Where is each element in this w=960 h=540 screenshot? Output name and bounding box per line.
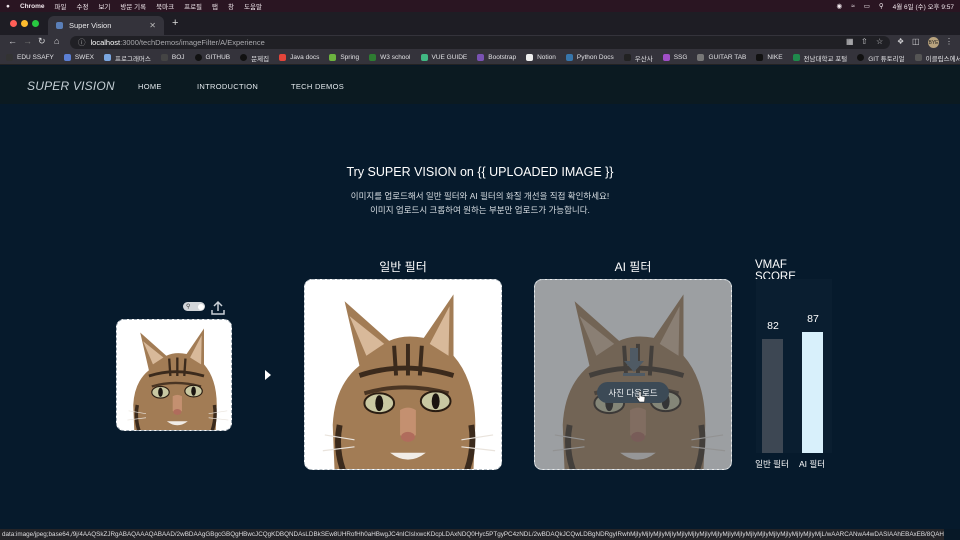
forward-icon[interactable]: → <box>23 36 32 46</box>
cat-normal-filter-image <box>305 280 502 470</box>
vmaf-bar-value: 82 <box>767 320 779 332</box>
new-tab-icon[interactable]: + <box>172 17 178 29</box>
back-icon[interactable]: ← <box>8 36 17 46</box>
menu-profile[interactable]: 프로필 <box>184 1 202 11</box>
apple-icon[interactable]: ● <box>6 3 10 10</box>
ai-filter-title: AI 필터 <box>614 260 652 274</box>
bookmark-item[interactable]: SWEX <box>63 54 94 61</box>
bookmark-item[interactable]: NIKE <box>756 54 783 61</box>
bookmark-star-icon[interactable]: ☆ <box>876 37 883 46</box>
cat-thumbnail-image <box>117 320 231 430</box>
extensions-icon[interactable]: ❖ <box>897 37 904 46</box>
vmaf-chart <box>756 279 832 453</box>
bookmark-item[interactable]: GIT 튜토리얼 <box>857 53 905 63</box>
normal-filter-title: 일반 필터 <box>379 260 427 274</box>
share-icon[interactable]: ⇧ <box>861 37 868 46</box>
status-bar-url: data:image/jpeg;base64,/9j/4AAQSkZJRgABA… <box>0 529 944 540</box>
battery-icon[interactable]: ▭ <box>864 2 870 10</box>
vmaf-bar <box>762 339 783 453</box>
menu-help[interactable]: 도움말 <box>244 1 262 11</box>
bookmark-item[interactable]: SSG <box>662 54 687 61</box>
menu-bookmarks[interactable]: 북마크 <box>156 1 174 11</box>
download-button[interactable]: 사진 다운로드 <box>597 382 669 403</box>
url-host: localhost <box>90 38 121 47</box>
translate-icon[interactable]: ▦ <box>846 37 854 46</box>
menu-edit[interactable]: 수정 <box>76 1 88 11</box>
toggle-knob <box>198 303 204 310</box>
menu-window[interactable]: 창 <box>228 1 234 11</box>
bookmark-item[interactable]: 문제집 <box>240 53 269 63</box>
download-icon[interactable] <box>623 348 645 376</box>
upload-icon[interactable] <box>210 300 226 316</box>
nav-tech-demos[interactable]: TECH DEMOS <box>291 82 344 91</box>
bookmark-item[interactable]: GUITAR TAB <box>697 54 746 61</box>
bookmark-item[interactable]: EDU SSAFY <box>6 54 54 61</box>
bookmark-item[interactable]: 이클립스에서 GIT 활용 <box>914 53 960 63</box>
bookmark-item[interactable]: W3 school <box>369 54 411 61</box>
search-icon[interactable]: ⚲ <box>879 2 884 10</box>
menu-history[interactable]: 방문 기록 <box>120 1 146 11</box>
magnifier-toggle-icon: ⚲ <box>186 304 191 310</box>
menu-view[interactable]: 보기 <box>98 1 110 11</box>
site-info-icon[interactable]: ⓘ <box>78 37 86 48</box>
uploaded-image-thumbnail[interactable] <box>116 319 232 431</box>
arrow-right-icon <box>265 370 271 380</box>
vmaf-bar-label: 일반 필터 <box>755 459 789 469</box>
maximize-window-icon[interactable] <box>32 20 39 27</box>
nav-introduction[interactable]: INTRODUCTION <box>197 82 258 91</box>
macos-menubar: ● Chrome 파일 수정 보기 방문 기록 북마크 프로필 탭 창 도움말 … <box>0 0 960 12</box>
bookmark-item[interactable]: GITHUB <box>194 54 230 61</box>
vmaf-bar <box>802 332 823 453</box>
hero-title: Try SUPER VISION on {{ UPLOADED IMAGE }} <box>346 165 614 179</box>
site-logo[interactable]: SUPER VISION <box>27 79 115 93</box>
bookmark-item[interactable]: Bootstrap <box>477 54 516 61</box>
favicon-icon <box>56 22 63 29</box>
record-icon[interactable]: ◉ <box>836 2 842 10</box>
close-window-icon[interactable] <box>10 20 17 27</box>
vmaf-bar-label: AI 필터 <box>798 459 826 469</box>
nav-home[interactable]: HOME <box>138 82 162 91</box>
normal-filter-image[interactable] <box>304 279 502 470</box>
hero-description-line2: 이미지 업로드시 크롭하여 원하는 부분만 업로드가 가능합니다. <box>370 205 590 215</box>
bookmark-item[interactable]: VUE GUIDE <box>420 54 467 61</box>
menubar-datetime[interactable]: 4월 6일 (수) 오후 9:57 <box>893 1 954 11</box>
bookmark-item[interactable]: Java docs <box>279 54 319 61</box>
home-icon[interactable]: ⌂ <box>54 36 59 46</box>
chrome-menu-icon[interactable]: ⋮ <box>945 37 953 46</box>
vmaf-bar-value: 87 <box>807 313 819 325</box>
menu-chrome[interactable]: Chrome <box>20 3 45 10</box>
browser-tab[interactable]: Super Vision ✕ <box>48 16 164 35</box>
hand-cursor-icon <box>636 391 646 403</box>
ai-filter-image[interactable]: 사진 다운로드 <box>534 279 732 470</box>
bookmark-item[interactable]: Notion <box>526 54 556 61</box>
bookmark-item[interactable]: Python Docs <box>565 54 614 61</box>
address-bar[interactable]: ⓘ localhost :3000/techDemos/imageFilter/… <box>70 36 890 49</box>
menu-file[interactable]: 파일 <box>55 1 67 11</box>
bookmark-item[interactable]: Spring <box>329 54 359 61</box>
reload-icon[interactable]: ↻ <box>38 36 46 47</box>
zoom-toggle[interactable]: ⚲ <box>183 302 205 311</box>
bookmark-item[interactable]: 우산사 <box>623 53 653 63</box>
bookmark-item[interactable]: BOJ <box>160 54 185 61</box>
wifi-icon[interactable]: ≈ <box>851 3 855 10</box>
bookmark-item[interactable]: 전남대학교 포털 <box>792 53 847 63</box>
menu-tab[interactable]: 탭 <box>212 1 218 11</box>
close-tab-icon[interactable]: ✕ <box>149 21 156 30</box>
minimize-window-icon[interactable] <box>21 20 28 27</box>
hero-description-line1: 이미지를 업로드해서 일반 필터와 AI 필터의 화질 개선을 직접 확인하세요… <box>350 191 610 201</box>
url-path: :3000/techDemos/imageFilter/A/Experience <box>120 38 265 47</box>
bookmark-item[interactable]: 프로그래머스 <box>104 53 151 63</box>
sidepanel-icon[interactable]: ◫ <box>912 37 920 46</box>
tab-title: Super Vision <box>69 21 112 30</box>
bookmarks-bar: EDU SSAFY SWEX 프로그래머스 BOJ GITHUB 문제집 Jav… <box>0 51 960 65</box>
profile-avatar[interactable]: BYE <box>928 37 939 48</box>
